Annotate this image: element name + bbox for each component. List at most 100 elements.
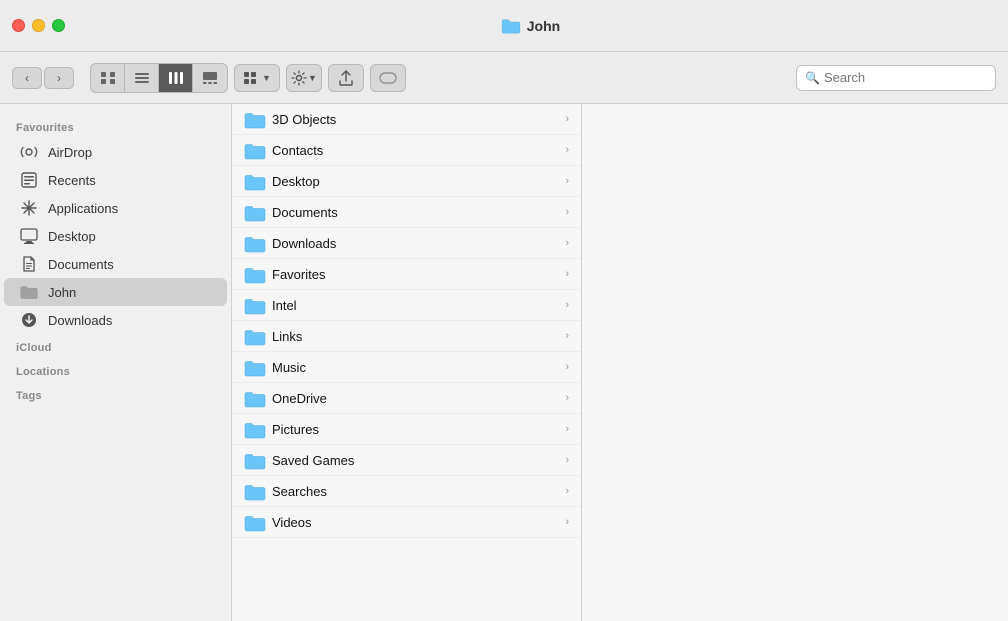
file-item-left: Links bbox=[244, 328, 302, 344]
file-item-left: Pictures bbox=[244, 421, 319, 437]
tag-icon bbox=[378, 71, 398, 85]
documents-icon bbox=[20, 255, 38, 273]
chevron-right-icon: › bbox=[565, 237, 569, 249]
folder-icon bbox=[244, 266, 264, 282]
file-name: Searches bbox=[272, 484, 327, 499]
columns-view-icon bbox=[168, 71, 184, 85]
file-name: Documents bbox=[272, 205, 338, 220]
sidebar-item-airdrop-label: AirDrop bbox=[48, 145, 92, 160]
chevron-right-icon: › bbox=[565, 423, 569, 435]
nav-buttons: ‹ › bbox=[12, 67, 74, 89]
chevron-right-icon: › bbox=[565, 454, 569, 466]
close-button[interactable] bbox=[12, 19, 25, 32]
downloads-icon bbox=[20, 311, 38, 329]
file-name: Pictures bbox=[272, 422, 319, 437]
folder-icon bbox=[244, 452, 264, 468]
traffic-lights bbox=[12, 19, 65, 32]
file-item-left: Desktop bbox=[244, 173, 320, 189]
view-gallery-button[interactable] bbox=[193, 64, 227, 92]
sidebar-item-documents[interactable]: Documents bbox=[4, 250, 227, 278]
tag-button[interactable] bbox=[370, 64, 406, 92]
chevron-right-icon: › bbox=[565, 299, 569, 311]
file-item[interactable]: Links › bbox=[232, 321, 581, 352]
sidebar-item-recents[interactable]: Recents bbox=[4, 166, 227, 194]
sidebar: Favourites AirDrop bbox=[0, 104, 232, 621]
chevron-right-icon: › bbox=[565, 330, 569, 342]
chevron-right-icon: › bbox=[565, 392, 569, 404]
file-name: OneDrive bbox=[272, 391, 327, 406]
favourites-header: Favourites bbox=[0, 114, 231, 138]
file-item[interactable]: Searches› bbox=[232, 476, 581, 507]
file-item[interactable]: 3D Objects › bbox=[232, 104, 581, 135]
folder-icon bbox=[244, 297, 264, 313]
title-folder-icon bbox=[501, 18, 521, 34]
sidebar-item-applications-label: Applications bbox=[48, 201, 118, 216]
file-item[interactable]: Contacts › bbox=[232, 135, 581, 166]
file-name: 3D Objects bbox=[272, 112, 336, 127]
file-item[interactable]: OneDrive › bbox=[232, 383, 581, 414]
sidebar-item-downloads-label: Downloads bbox=[48, 313, 112, 328]
chevron-right-icon: › bbox=[565, 113, 569, 125]
file-item[interactable]: Saved Games › bbox=[232, 445, 581, 476]
file-name: Intel bbox=[272, 298, 297, 313]
toolbar: ‹ › bbox=[0, 52, 1008, 104]
file-item[interactable]: Intel › bbox=[232, 290, 581, 321]
folder-icon bbox=[244, 173, 264, 189]
file-list: 3D Objects› Contacts› Desktop› Documents… bbox=[232, 104, 582, 621]
back-button[interactable]: ‹ bbox=[12, 67, 42, 89]
favourites-section: Favourites AirDrop bbox=[0, 114, 231, 334]
file-name: Links bbox=[272, 329, 302, 344]
chevron-right-icon: › bbox=[565, 361, 569, 373]
file-item[interactable]: Favorites› bbox=[232, 259, 581, 290]
chevron-right-icon: › bbox=[565, 516, 569, 528]
sidebar-item-applications[interactable]: Applications bbox=[4, 194, 227, 222]
sidebar-item-john[interactable]: John bbox=[4, 278, 227, 306]
sidebar-item-airdrop[interactable]: AirDrop bbox=[4, 138, 227, 166]
file-name: Favorites bbox=[272, 267, 325, 282]
file-item-left: Contacts bbox=[244, 142, 323, 158]
file-item-left: OneDrive bbox=[244, 390, 327, 406]
file-name: Music bbox=[272, 360, 306, 375]
file-item[interactable]: Downloads › bbox=[232, 228, 581, 259]
file-item-left: Music bbox=[244, 359, 306, 375]
desktop-icon bbox=[20, 227, 38, 245]
recents-icon bbox=[20, 171, 38, 189]
sidebar-item-desktop[interactable]: Desktop bbox=[4, 222, 227, 250]
titlebar-center: John bbox=[65, 18, 996, 34]
detail-pane bbox=[582, 104, 1008, 621]
share-button[interactable] bbox=[328, 64, 364, 92]
file-item[interactable]: Videos › bbox=[232, 507, 581, 538]
file-item[interactable]: Pictures › bbox=[232, 414, 581, 445]
view-list-button[interactable] bbox=[125, 64, 159, 92]
folder-icon bbox=[244, 421, 264, 437]
file-item-left: Videos bbox=[244, 514, 312, 530]
titlebar: John bbox=[0, 0, 1008, 52]
search-icon: 🔍 bbox=[805, 71, 820, 85]
search-bar[interactable]: 🔍 bbox=[796, 65, 996, 91]
file-name: Saved Games bbox=[272, 453, 354, 468]
fullscreen-button[interactable] bbox=[52, 19, 65, 32]
search-input[interactable] bbox=[824, 70, 987, 85]
chevron-right-icon: › bbox=[565, 144, 569, 156]
file-item-left: Searches bbox=[244, 483, 327, 499]
file-item[interactable]: Documents› bbox=[232, 197, 581, 228]
settings-button[interactable]: ▼ bbox=[286, 64, 322, 92]
file-item-left: Favorites bbox=[244, 266, 325, 282]
sidebar-item-john-label: John bbox=[48, 285, 76, 300]
group-button[interactable]: ▼ bbox=[234, 64, 280, 92]
folder-icon bbox=[244, 514, 264, 530]
file-item-left: Documents bbox=[244, 204, 338, 220]
file-name: Desktop bbox=[272, 174, 320, 189]
folder-icon bbox=[244, 359, 264, 375]
folder-icon bbox=[244, 111, 264, 127]
view-icons-button[interactable] bbox=[91, 64, 125, 92]
view-columns-button[interactable] bbox=[159, 64, 193, 92]
folder-icon bbox=[244, 328, 264, 344]
file-item[interactable]: Music › bbox=[232, 352, 581, 383]
forward-button[interactable]: › bbox=[44, 67, 74, 89]
minimize-button[interactable] bbox=[32, 19, 45, 32]
sidebar-item-downloads[interactable]: Downloads bbox=[4, 306, 227, 334]
file-item-left: Downloads bbox=[244, 235, 336, 251]
file-item[interactable]: Desktop› bbox=[232, 166, 581, 197]
file-name: Contacts bbox=[272, 143, 323, 158]
